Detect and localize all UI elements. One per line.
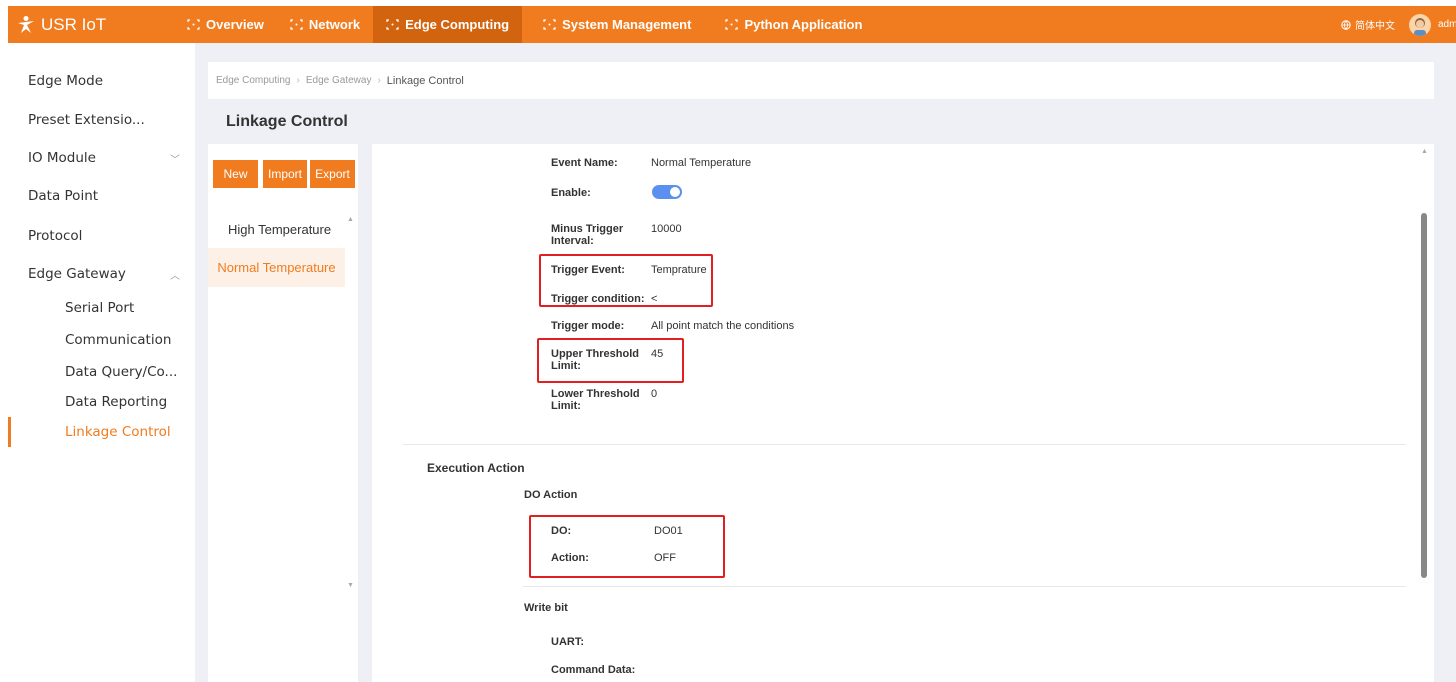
sidebar: Edge Mode Preset Extensio... IO Module ﹀ … bbox=[8, 61, 195, 682]
sidebar-item-data-query[interactable]: Data Query/Co... bbox=[8, 357, 195, 387]
list-item-normal-temperature[interactable]: Normal Temperature bbox=[208, 248, 345, 287]
sidebar-item-data-point[interactable]: Data Point bbox=[8, 181, 195, 211]
trigger-mode-value: All point match the conditions bbox=[651, 320, 795, 332]
import-button[interactable]: Import bbox=[263, 160, 307, 188]
sidebar-item-label: Communication bbox=[65, 332, 172, 348]
lower-threshold-label: Lower Threshold bbox=[551, 388, 640, 400]
minus-trigger-label: Minus Trigger bbox=[551, 223, 624, 235]
uart-label: UART: bbox=[551, 636, 584, 648]
minus-trigger-label-line2: Interval: bbox=[551, 235, 594, 247]
nav-edge-computing-label: Edge Computing bbox=[405, 17, 510, 32]
nav-overview-label: Overview bbox=[206, 17, 264, 32]
write-bit-title: Write bit bbox=[524, 602, 568, 614]
scrollbar-thumb[interactable] bbox=[1421, 213, 1427, 578]
user-avatar-icon bbox=[1414, 17, 1426, 36]
list-item-label: Normal Temperature bbox=[217, 260, 336, 275]
sidebar-item-label: Protocol bbox=[28, 228, 83, 244]
active-indicator bbox=[8, 417, 11, 447]
breadcrumb-edge-computing[interactable]: Edge Computing bbox=[216, 75, 291, 86]
minus-trigger-value: 10000 bbox=[651, 223, 682, 235]
new-button[interactable]: New bbox=[213, 160, 258, 188]
frame-icon bbox=[187, 19, 200, 30]
nav-python-application[interactable]: Python Application bbox=[712, 6, 875, 43]
highlight-box-upper-threshold bbox=[537, 338, 684, 383]
nav-network[interactable]: Network bbox=[277, 6, 373, 43]
frame-icon bbox=[290, 19, 303, 30]
language-selector[interactable]: 简体中文 bbox=[1355, 17, 1395, 32]
sidebar-item-edge-mode[interactable]: Edge Mode bbox=[8, 66, 195, 96]
export-button[interactable]: Export bbox=[310, 160, 355, 188]
sidebar-item-linkage-control[interactable]: Linkage Control bbox=[8, 417, 195, 447]
nav-overview[interactable]: Overview bbox=[174, 6, 277, 43]
execution-action-title: Execution Action bbox=[427, 461, 525, 475]
sidebar-item-label: Edge Mode bbox=[28, 73, 104, 89]
sidebar-item-label: Edge Gateway bbox=[28, 266, 126, 282]
top-right-controls: 简体中文 admin bbox=[1341, 13, 1456, 36]
enable-label: Enable: bbox=[551, 187, 591, 199]
nav-network-label: Network bbox=[308, 17, 361, 32]
top-navbar: USR IoT Overview Network Edge Computing … bbox=[8, 6, 1456, 43]
command-data-label: Command Data: bbox=[551, 664, 636, 676]
lower-threshold-label-line2: Limit: bbox=[551, 400, 581, 412]
event-name-label: Event Name: bbox=[551, 157, 618, 169]
brand-name: USR IoT bbox=[41, 14, 107, 34]
avatar[interactable] bbox=[1409, 13, 1431, 36]
list-item-label: High Temperature bbox=[228, 222, 332, 237]
breadcrumb-edge-gateway[interactable]: Edge Gateway bbox=[306, 75, 372, 86]
sidebar-item-label: IO Module bbox=[28, 150, 96, 166]
chevron-right-icon: › bbox=[377, 75, 381, 86]
chevron-down-icon: ﹀ bbox=[170, 154, 180, 166]
section-divider bbox=[403, 444, 1406, 445]
list-item-high-temperature[interactable]: High Temperature bbox=[208, 210, 345, 249]
nav-python-application-label: Python Application bbox=[744, 17, 863, 32]
do-action-title: DO Action bbox=[524, 489, 578, 501]
sidebar-item-edge-gateway[interactable]: Edge Gateway ︿ bbox=[8, 259, 195, 289]
sidebar-item-protocol[interactable]: Protocol bbox=[8, 221, 195, 251]
enable-toggle[interactable] bbox=[652, 185, 682, 199]
sidebar-item-label: Data Query/Co... bbox=[65, 364, 178, 380]
lower-threshold-value: 0 bbox=[651, 388, 658, 400]
nav-edge-computing[interactable]: Edge Computing bbox=[373, 6, 523, 43]
page-title: Linkage Control bbox=[226, 113, 348, 130]
scroll-down-icon[interactable]: ▼ bbox=[347, 582, 354, 589]
sidebar-item-label: Linkage Control bbox=[65, 424, 171, 440]
sidebar-item-label: Preset Extensio... bbox=[28, 112, 145, 128]
section-divider bbox=[523, 586, 1406, 587]
frame-icon bbox=[386, 19, 399, 30]
trigger-mode-label: Trigger mode: bbox=[551, 320, 625, 332]
frame-icon bbox=[543, 19, 556, 30]
usr-logo-icon bbox=[18, 15, 34, 33]
sidebar-item-io-module[interactable]: IO Module ﹀ bbox=[8, 143, 195, 173]
chevron-up-icon: ︿ bbox=[170, 270, 180, 282]
nav-system-management-label: System Management bbox=[562, 17, 692, 32]
brand-logo[interactable]: USR IoT bbox=[8, 15, 174, 35]
frame-icon bbox=[725, 19, 739, 30]
sidebar-item-label: Data Reporting bbox=[65, 394, 168, 410]
sidebar-item-data-reporting[interactable]: Data Reporting bbox=[8, 387, 195, 417]
highlight-box-do-action bbox=[529, 515, 725, 578]
sidebar-item-preset-extension[interactable]: Preset Extensio... bbox=[8, 105, 195, 135]
chevron-right-icon: › bbox=[296, 75, 300, 86]
sidebar-item-label: Data Point bbox=[28, 188, 99, 204]
globe-icon bbox=[1341, 19, 1351, 30]
sidebar-item-label: Serial Port bbox=[65, 300, 135, 316]
scroll-up-icon[interactable]: ▲ bbox=[1421, 148, 1428, 155]
event-list-panel: New Import Export High Temperature Norma… bbox=[208, 144, 358, 682]
nav-system-management[interactable]: System Management bbox=[530, 6, 704, 43]
main-nav: Overview Network Edge Computing System M… bbox=[174, 6, 875, 43]
breadcrumb: Edge Computing › Edge Gateway › Linkage … bbox=[208, 62, 1434, 99]
sidebar-item-communication[interactable]: Communication bbox=[8, 325, 195, 355]
event-name-value: Normal Temperature bbox=[651, 157, 752, 169]
username[interactable]: admin bbox=[1438, 19, 1456, 30]
breadcrumb-linkage-control: Linkage Control bbox=[386, 74, 464, 87]
scroll-up-icon[interactable]: ▲ bbox=[347, 216, 354, 223]
highlight-box-trigger bbox=[539, 254, 713, 307]
sidebar-item-serial-port[interactable]: Serial Port bbox=[8, 293, 195, 323]
